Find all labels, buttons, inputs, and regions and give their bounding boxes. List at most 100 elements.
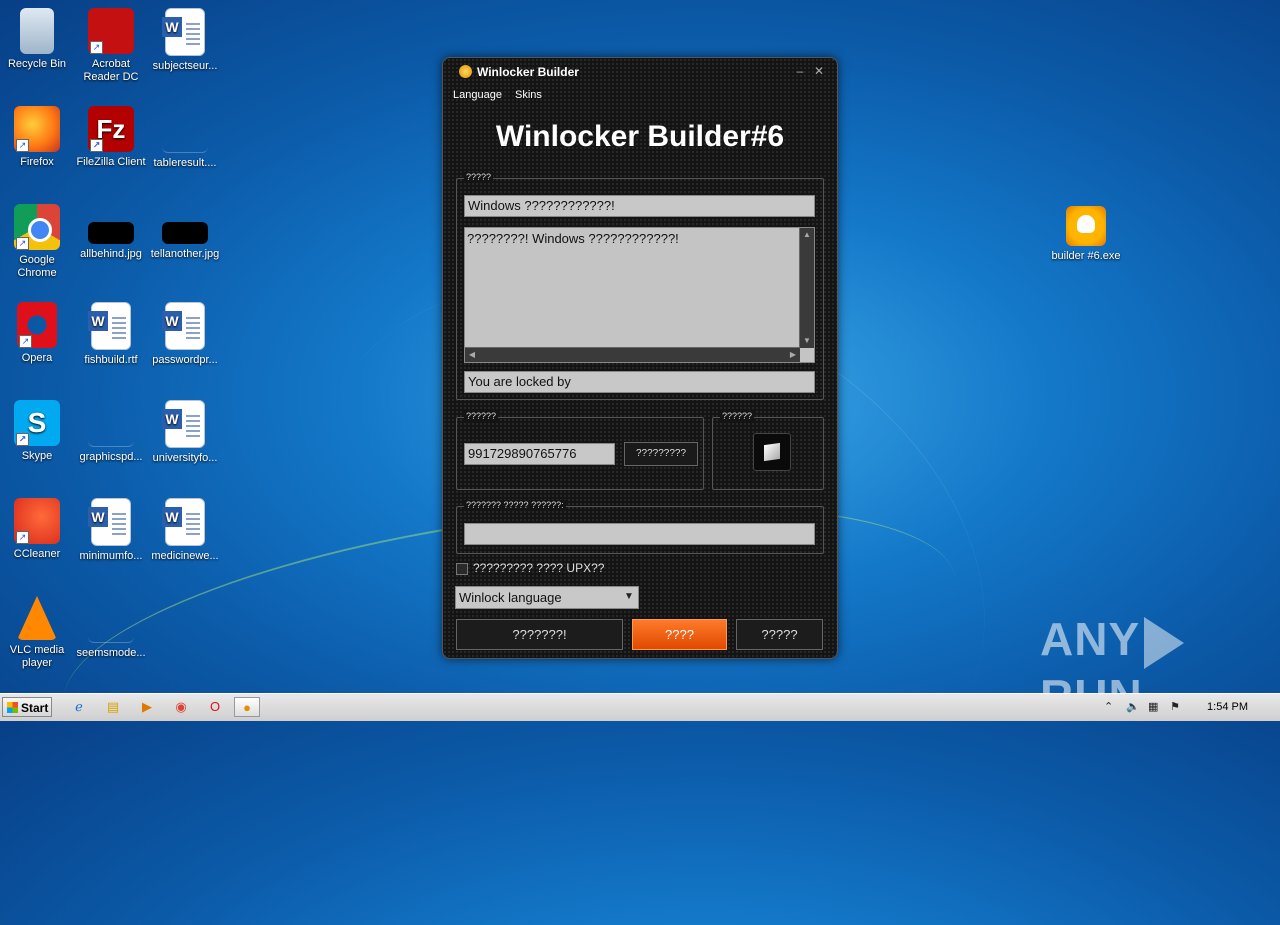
action-button-left[interactable]: ???????! — [456, 619, 623, 650]
desktop-icon-file[interactable]: fishbuild.rtf — [74, 302, 148, 367]
scroll-up-icon[interactable]: ▲ — [800, 228, 814, 242]
ccleaner-icon: ↗ — [14, 498, 60, 544]
shortcut-arrow-icon: ↗ — [16, 139, 29, 152]
watermark-left-text: ANY — [1040, 613, 1141, 665]
shortcut-arrow-icon: ↗ — [16, 237, 29, 250]
windows-flag-icon — [7, 702, 18, 713]
language-select[interactable]: Winlock language ▼ — [455, 586, 639, 609]
start-label: Start — [21, 701, 49, 715]
winlocker-icon[interactable]: ● — [234, 697, 260, 717]
desktop-icon-label: Recycle Bin — [7, 58, 67, 70]
explorer-icon[interactable]: ▤ — [100, 697, 126, 717]
desktop-icon-label: Opera — [21, 352, 53, 364]
show-hidden-icons-icon[interactable]: ⌃ — [1104, 700, 1113, 713]
desktop-icon-acrobat[interactable]: ↗ Acrobat Reader DC — [74, 8, 148, 84]
desktop-icon-file[interactable]: seemsmode... — [74, 596, 148, 660]
desktop-icon-vlc[interactable]: VLC media player — [0, 596, 74, 670]
desktop-icon-file[interactable]: minimumfo... — [74, 498, 148, 563]
shortcut-arrow-icon: ↗ — [16, 433, 29, 446]
desktop-icon-label: Google Chrome — [17, 254, 57, 279]
winlocker-builder-window: Winlocker Builder – ✕ Language Skins Win… — [442, 57, 838, 659]
generate-code-button[interactable]: ????????? — [624, 442, 698, 466]
window-titlebar[interactable]: Winlocker Builder – ✕ — [443, 58, 837, 86]
action-button-build[interactable]: ???? — [632, 619, 727, 650]
vertical-scrollbar[interactable]: ▲ ▼ — [799, 228, 814, 348]
desktop-icon-label: graphicspd... — [79, 451, 143, 463]
desktop-icon-file[interactable]: tellanother.jpg — [148, 204, 222, 261]
scroll-left-icon[interactable]: ◀ — [465, 348, 479, 362]
minimize-button[interactable]: – — [793, 64, 807, 78]
upx-checkbox[interactable] — [456, 563, 468, 575]
volume-icon[interactable]: 🔈 — [1126, 700, 1140, 713]
chrome-icon: ↗ — [14, 204, 60, 250]
unlock-code-input[interactable]: 991729890765776 — [464, 443, 615, 465]
word-document-icon — [88, 498, 131, 546]
desktop-icon-label: universityfo... — [152, 452, 218, 464]
desktop-icon-file[interactable]: universityfo... — [148, 400, 222, 465]
start-button[interactable]: Start — [2, 697, 52, 717]
desktop-icon-chrome[interactable]: ↗ Google Chrome — [0, 204, 74, 280]
desktop-icon-skype[interactable]: S ↗ Skype — [0, 400, 74, 463]
skype-icon: S ↗ — [14, 400, 60, 446]
action-center-flag-icon[interactable]: ⚑ — [1170, 700, 1180, 713]
word-document-icon — [162, 400, 205, 448]
ie-icon[interactable]: ℯ — [66, 697, 92, 717]
desktop-icon-label: tellanother.jpg — [150, 248, 220, 260]
desktop-icon-file[interactable]: graphicspd... — [74, 400, 148, 464]
locked-by-input[interactable]: You are locked by — [464, 371, 815, 393]
desktop-icon-label: seemsmode... — [76, 647, 146, 659]
action-button-right[interactable]: ????? — [736, 619, 823, 650]
desktop-icon-label: VLC media player — [9, 644, 65, 669]
message-text: ????????! Windows ????????????! — [467, 231, 679, 246]
text-settings-group: ????? Windows ????????????! ????????! Wi… — [456, 172, 824, 400]
desktop-icon-file[interactable]: medicinewe... — [148, 498, 222, 563]
title-input[interactable]: Windows ????????????! — [464, 195, 815, 217]
desktop-icon-label: allbehind.jpg — [80, 248, 142, 260]
desktop-icon-label: tableresult.... — [153, 157, 217, 169]
desktop-icon-file[interactable]: subjectseur... — [148, 8, 222, 73]
image-file-icon — [162, 222, 208, 244]
upx-checkbox-label: ????????? ???? UPX?? — [473, 561, 605, 575]
desktop-icon-file[interactable]: allbehind.jpg — [74, 204, 148, 261]
desktop-icon-file[interactable]: tableresult.... — [148, 106, 222, 170]
desktop-icon-builder-exe[interactable]: builder #6.exe — [1046, 206, 1126, 263]
close-button[interactable]: ✕ — [812, 64, 826, 78]
network-icon[interactable]: ▦ — [1148, 700, 1158, 713]
group-label: ?????? — [464, 411, 499, 421]
shortcut-arrow-icon: ↗ — [90, 41, 103, 54]
clock[interactable]: 1:54 PM — [1207, 701, 1248, 713]
desktop-icon-filezilla[interactable]: Fz ↗ FileZilla Client — [74, 106, 148, 169]
word-document-icon — [88, 302, 131, 350]
horizontal-scrollbar[interactable]: ◀ ▶ — [465, 347, 800, 362]
desktop-icon-label: Firefox — [20, 156, 54, 168]
taskbar: Start ℯ ▤ ▶ ◉ O ● ⌃ 🔈 ▦ ⚑ 1:54 PM — [0, 693, 1280, 721]
windows-logo-icon[interactable] — [753, 433, 791, 471]
word-document-icon — [162, 498, 205, 546]
window-title: Winlocker Builder — [477, 65, 579, 79]
menu-language[interactable]: Language — [453, 89, 502, 101]
chrome-icon[interactable]: ◉ — [168, 697, 194, 717]
desktop-icon-firefox[interactable]: ↗ Firefox — [0, 106, 74, 169]
message-textarea[interactable]: ????????! Windows ????????????! ▲ ▼ ◀ ▶ — [464, 227, 815, 363]
blank-file-icon — [162, 106, 208, 153]
system-tray: ⌃ 🔈 ▦ ⚑ — [1100, 694, 1280, 721]
desktop-icon-file[interactable]: passwordpr... — [148, 302, 222, 367]
scroll-right-icon[interactable]: ▶ — [786, 348, 800, 362]
menu-skins[interactable]: Skins — [515, 89, 542, 101]
scroll-down-icon[interactable]: ▼ — [800, 334, 814, 348]
chevron-down-icon[interactable]: ▼ — [622, 590, 636, 604]
desktop-icon-ccleaner[interactable]: ↗ CCleaner — [0, 498, 74, 561]
word-document-icon — [162, 8, 205, 56]
opera-icon[interactable]: O — [202, 697, 228, 717]
desktop-icon-opera[interactable]: ↗ Opera — [0, 302, 74, 365]
app-heading: Winlocker Builder#6 — [495, 120, 785, 153]
media-player-icon[interactable]: ▶ — [134, 697, 160, 717]
group-label: ??????? ????? ??????: — [464, 500, 566, 510]
acrobat-icon: ↗ — [88, 8, 134, 54]
opera-icon: ↗ — [17, 302, 57, 348]
desktop-icon-recycle-bin[interactable]: Recycle Bin — [0, 8, 74, 71]
blank-file-icon — [88, 400, 134, 447]
output-path-input[interactable] — [464, 523, 815, 545]
shortcut-arrow-icon: ↗ — [90, 139, 103, 152]
desktop-icon-label: CCleaner — [13, 548, 61, 560]
